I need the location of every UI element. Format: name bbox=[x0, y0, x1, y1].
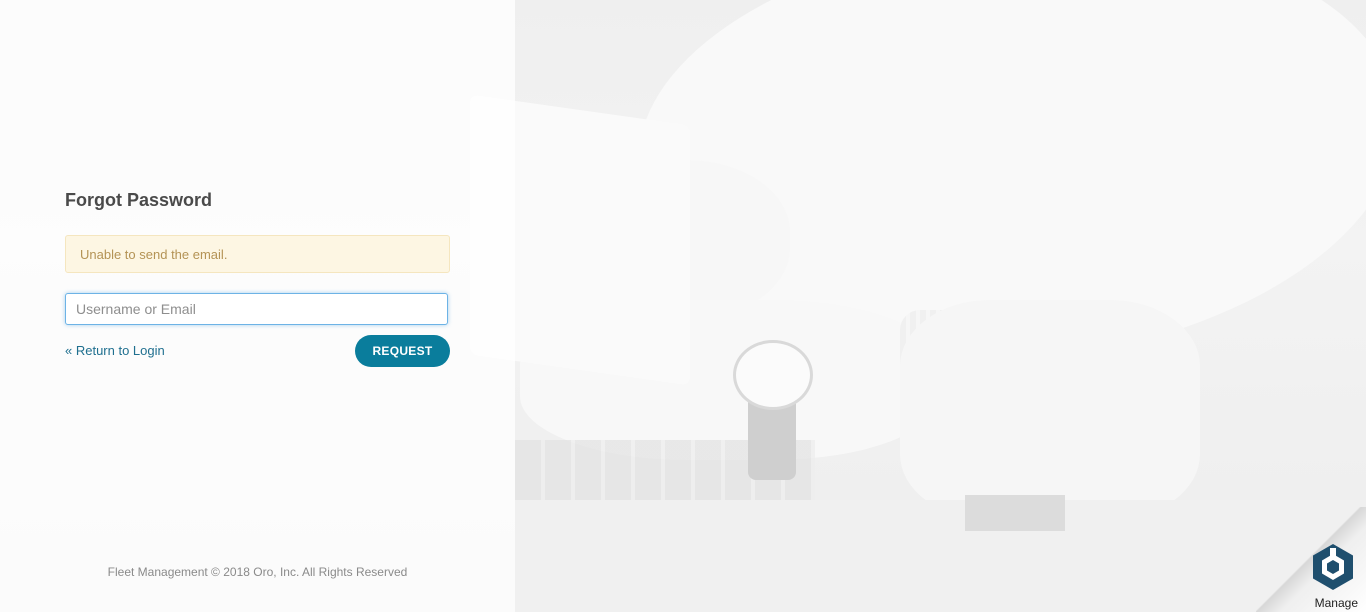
forgot-password-form: Forgot Password Unable to send the email… bbox=[65, 190, 450, 369]
request-button[interactable]: REQUEST bbox=[355, 335, 450, 367]
manage-badge[interactable]: Manage bbox=[1256, 507, 1366, 612]
username-or-email-input[interactable] bbox=[65, 293, 448, 325]
error-alert: Unable to send the email. bbox=[65, 235, 450, 273]
return-to-login-link[interactable]: « Return to Login bbox=[65, 343, 165, 358]
oro-hexagon-logo-icon bbox=[1313, 544, 1353, 590]
copyright-footer: Fleet Management © 2018 Oro, Inc. All Ri… bbox=[107, 565, 408, 579]
login-panel: Forgot Password Unable to send the email… bbox=[0, 0, 515, 612]
page-title: Forgot Password bbox=[65, 190, 213, 210]
form-actions: « Return to Login REQUEST bbox=[65, 335, 450, 369]
manage-label: Manage bbox=[1314, 596, 1358, 610]
